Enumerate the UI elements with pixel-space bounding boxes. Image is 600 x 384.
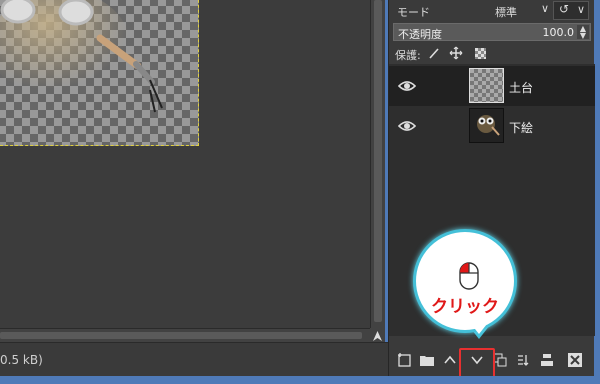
chevron-down-icon: ∨	[540, 2, 549, 15]
layer-row-sketch[interactable]: 下絵	[389, 106, 595, 146]
eye-icon[interactable]	[398, 78, 416, 94]
merge-down-icon[interactable]	[539, 352, 555, 368]
window-frame	[0, 376, 600, 384]
chevron-down-icon: ∨	[576, 3, 585, 16]
new-layer-group-icon[interactable]	[419, 352, 435, 368]
anchor-layer-icon[interactable]	[515, 352, 531, 368]
vertical-scrollbar[interactable]	[370, 0, 385, 328]
horizontal-scrollbar[interactable]	[0, 328, 370, 342]
lock-row: 保護:	[389, 44, 595, 62]
lock-pixels-icon[interactable]	[427, 46, 441, 60]
callout-text: クリック	[431, 297, 499, 317]
layer-thumbnail	[469, 108, 504, 143]
status-text: 0.5 kB)	[0, 353, 43, 367]
opacity-spinner[interactable]: ▲ ▼	[577, 25, 589, 40]
gimp-mascot-image	[0, 0, 163, 113]
opacity-field[interactable]: 不透明度 100.0 ▲ ▼	[393, 23, 591, 41]
navigate-corner-button[interactable]	[370, 328, 385, 342]
navigate-icon	[373, 331, 382, 341]
click-callout: クリック	[413, 229, 517, 333]
mode-reset-button[interactable]: ↺ ∨	[553, 1, 589, 20]
layer-row-base[interactable]: 土台	[389, 66, 595, 106]
mode-select[interactable]: 標準 ∨	[491, 1, 551, 20]
new-layer-icon[interactable]	[397, 352, 413, 368]
lock-label: 保護:	[395, 49, 421, 62]
mode-row: モード 標準 ∨ ↺ ∨	[389, 0, 595, 22]
image-canvas[interactable]	[0, 0, 370, 328]
mouse-left-click-icon	[459, 262, 479, 290]
layer-name[interactable]: 下絵	[509, 119, 533, 136]
callout-tail-inner	[471, 324, 487, 334]
vertical-scroll-thumb[interactable]	[374, 0, 382, 322]
mode-value: 標準	[495, 6, 517, 19]
reset-icon: ↺	[559, 2, 570, 16]
raise-layer-icon[interactable]	[442, 352, 458, 368]
image-layer-preview	[0, 0, 199, 146]
wilber-thumbnail-icon	[477, 115, 500, 136]
lock-alpha-icon[interactable]	[475, 48, 486, 59]
mode-label: モード	[397, 6, 430, 19]
opacity-value[interactable]: 100.0	[543, 26, 575, 39]
opacity-label: 不透明度	[398, 28, 442, 41]
layer-thumbnail	[469, 68, 504, 103]
lock-position-icon[interactable]	[449, 46, 463, 60]
status-bar: 0.5 kB)	[0, 342, 390, 376]
horizontal-scroll-thumb[interactable]	[0, 332, 362, 339]
delete-layer-icon[interactable]	[567, 352, 583, 368]
eye-icon[interactable]	[398, 118, 416, 134]
layer-name[interactable]: 土台	[509, 79, 533, 96]
